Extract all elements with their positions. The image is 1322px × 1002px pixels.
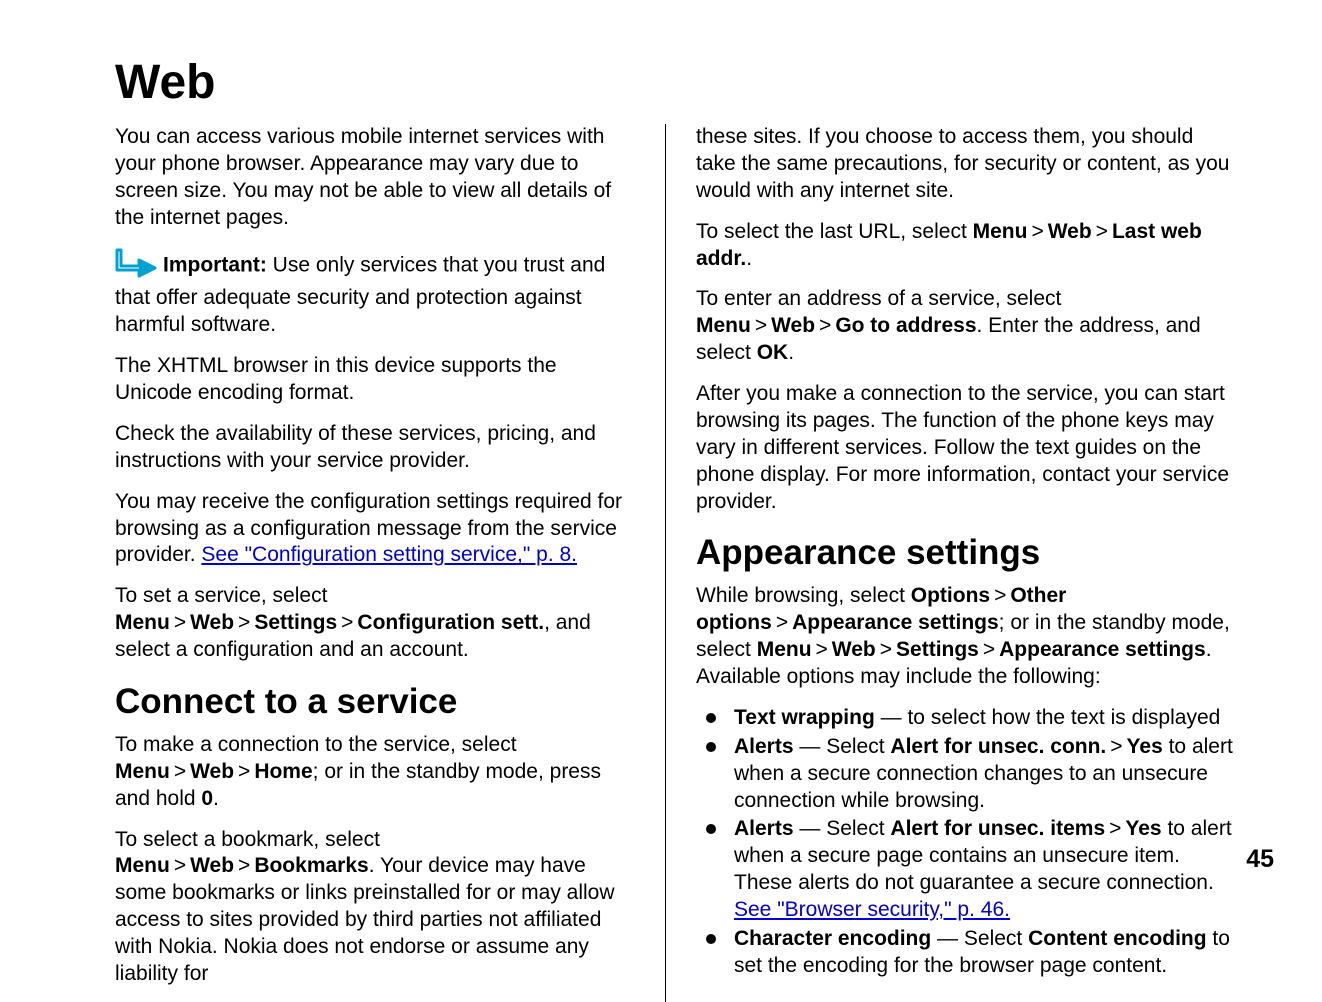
xhtml-paragraph: The XHTML browser in this device support… <box>115 353 635 407</box>
set-service-paragraph: To set a service, select Menu>Web>Settin… <box>115 583 635 664</box>
last-url-paragraph: To select the last URL, select Menu>Web>… <box>696 219 1235 273</box>
enter-address-paragraph: To enter an address of a service, select… <box>696 286 1235 367</box>
dash-select: — Select <box>794 735 891 758</box>
alerts-label: Alerts <box>734 817 794 840</box>
list-item: Text wrapping — to select how the text i… <box>696 705 1235 732</box>
period: . <box>746 247 752 270</box>
important-arrow-icon <box>115 246 161 286</box>
breadcrumb-separator: > <box>238 854 250 877</box>
web-label: Web <box>190 760 234 783</box>
home-label: Home <box>254 760 312 783</box>
sites-warning-paragraph: these sites. If you choose to access the… <box>696 124 1235 205</box>
breadcrumb-separator: > <box>994 584 1006 607</box>
page-number: 45 <box>1246 845 1274 874</box>
breadcrumb-separator: > <box>819 314 831 337</box>
breadcrumb-separator: > <box>341 611 353 634</box>
breadcrumb-separator: > <box>1031 220 1043 243</box>
page-content: Web You can access various mobile intern… <box>0 0 1322 954</box>
breadcrumb-separator: > <box>1096 220 1108 243</box>
yes-label: Yes <box>1125 817 1161 840</box>
bookmark-paragraph: To select a bookmark, select Menu>Web>Bo… <box>115 827 635 988</box>
char-encoding-label: Character encoding <box>734 927 931 950</box>
breadcrumb-separator: > <box>1109 817 1121 840</box>
breadcrumb-separator: > <box>174 854 186 877</box>
enteraddr-pre: To enter an address of a service, select <box>696 287 1061 310</box>
right-column: these sites. If you choose to access the… <box>665 124 1235 1002</box>
web-label: Web <box>190 611 234 634</box>
text-wrapping-label: Text wrapping <box>734 706 875 729</box>
options-label: Options <box>911 584 990 607</box>
after-connection-paragraph: After you make a connection to the servi… <box>696 381 1235 515</box>
go-to-address-label: Go to address <box>835 314 976 337</box>
list-item: Character encoding — Select Content enco… <box>696 926 1235 980</box>
breadcrumb-separator: > <box>755 314 767 337</box>
connect-pre: To make a connection to the service, sel… <box>115 733 517 756</box>
settings-label: Settings <box>254 611 337 634</box>
period: . <box>213 787 219 810</box>
appearance-intro-paragraph: While browsing, select Options>Other opt… <box>696 583 1235 691</box>
menu-label: Menu <box>115 854 170 877</box>
menu-label: Menu <box>973 220 1028 243</box>
zero-key: 0 <box>201 787 213 810</box>
connect-paragraph: To make a connection to the service, sel… <box>115 732 635 813</box>
breadcrumb-separator: > <box>1110 735 1122 758</box>
intro-paragraph: You can access various mobile internet s… <box>115 124 635 232</box>
dash-select: — Select <box>794 817 891 840</box>
page-title: Web <box>115 55 1222 110</box>
appearance-options-list: Text wrapping — to select how the text i… <box>696 705 1235 980</box>
important-note: Important: Use only services that you tr… <box>115 246 635 340</box>
breadcrumb-separator: > <box>238 611 250 634</box>
web-label: Web <box>832 638 876 661</box>
config-service-link[interactable]: See "Configuration setting service," p. … <box>201 543 577 566</box>
breadcrumb-separator: > <box>983 638 995 661</box>
important-label: Important: <box>163 253 267 276</box>
config-sett-label: Configuration sett. <box>357 611 544 634</box>
ok-label: OK <box>757 341 789 364</box>
breadcrumb-separator: > <box>816 638 828 661</box>
appearance-settings-label: Appearance settings <box>792 611 999 634</box>
web-label: Web <box>771 314 815 337</box>
breadcrumb-separator: > <box>174 760 186 783</box>
alert-unsec-conn-label: Alert for unsec. conn. <box>890 735 1106 758</box>
appearance-settings-label: Appearance settings <box>999 638 1206 661</box>
text-wrapping-body: — to select how the text is displayed <box>875 706 1221 729</box>
bookmark-pre: To select a bookmark, select <box>115 828 380 851</box>
yes-label: Yes <box>1127 735 1163 758</box>
app-pre: While browsing, select <box>696 584 911 607</box>
settings-label: Settings <box>896 638 979 661</box>
bookmarks-label: Bookmarks <box>254 854 368 877</box>
menu-label: Menu <box>696 314 751 337</box>
breadcrumb-separator: > <box>776 611 788 634</box>
menu-label: Menu <box>757 638 812 661</box>
connect-post: ; or in the standby mode, press and hold <box>115 760 601 810</box>
alerts-label: Alerts <box>734 735 794 758</box>
breadcrumb-separator: > <box>880 638 892 661</box>
lasturl-pre: To select the last URL, select <box>696 220 973 243</box>
web-label: Web <box>1048 220 1092 243</box>
dash-select: — Select <box>931 927 1028 950</box>
availability-paragraph: Check the availability of these services… <box>115 421 635 475</box>
config-paragraph: You may receive the configuration settin… <box>115 489 635 570</box>
content-encoding-label: Content encoding <box>1028 927 1206 950</box>
web-label: Web <box>190 854 234 877</box>
two-column-layout: You can access various mobile internet s… <box>115 124 1222 1002</box>
list-item: Alerts — Select Alert for unsec. conn.>Y… <box>696 734 1235 815</box>
alert-unsec-items-label: Alert for unsec. items <box>890 817 1105 840</box>
appearance-heading: Appearance settings <box>696 533 1235 573</box>
breadcrumb-separator: > <box>238 760 250 783</box>
browser-security-link[interactable]: See "Browser security," p. 46. <box>734 898 1010 921</box>
list-item: Alerts — Select Alert for unsec. items>Y… <box>696 816 1235 924</box>
period: . <box>788 341 794 364</box>
connect-heading: Connect to a service <box>115 682 635 722</box>
menu-label: Menu <box>115 611 170 634</box>
breadcrumb-separator: > <box>174 611 186 634</box>
set-service-pre: To set a service, select <box>115 584 327 607</box>
menu-label: Menu <box>115 760 170 783</box>
left-column: You can access various mobile internet s… <box>115 124 665 1002</box>
